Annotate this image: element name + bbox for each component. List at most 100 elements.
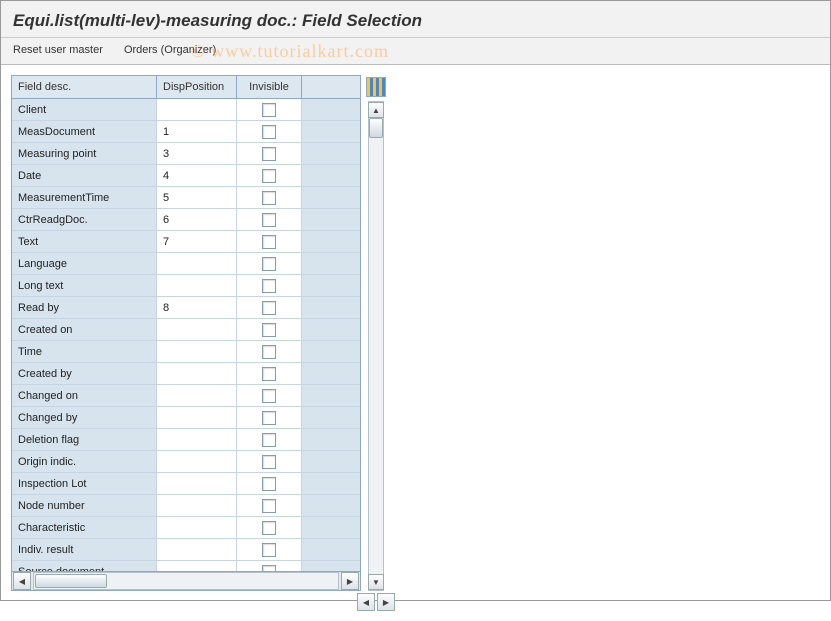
checkbox[interactable] xyxy=(262,191,276,205)
table-row[interactable]: Source document xyxy=(12,561,360,571)
cell-field-desc[interactable]: Characteristic xyxy=(12,517,157,538)
cell-field-desc[interactable]: Source document xyxy=(12,561,157,571)
table-row[interactable]: Origin indic. xyxy=(12,451,360,473)
cell-invisible[interactable] xyxy=(237,517,302,538)
scroll-left-icon[interactable]: ◀ xyxy=(357,593,375,611)
checkbox[interactable] xyxy=(262,477,276,491)
cell-field-desc[interactable]: Changed on xyxy=(12,385,157,406)
table-row[interactable]: Long text xyxy=(12,275,360,297)
column-header-desc[interactable]: Field desc. xyxy=(12,76,157,98)
cell-field-desc[interactable]: Created on xyxy=(12,319,157,340)
cell-invisible[interactable] xyxy=(237,143,302,164)
cell-disp-position[interactable] xyxy=(157,561,237,571)
cell-disp-position[interactable] xyxy=(157,341,237,362)
cell-field-desc[interactable]: Text xyxy=(12,231,157,252)
cell-invisible[interactable] xyxy=(237,407,302,428)
cell-invisible[interactable] xyxy=(237,363,302,384)
table-row[interactable]: Time xyxy=(12,341,360,363)
checkbox[interactable] xyxy=(262,125,276,139)
cell-invisible[interactable] xyxy=(237,99,302,120)
table-row[interactable]: Node number xyxy=(12,495,360,517)
table-row[interactable]: Measuring point3 xyxy=(12,143,360,165)
table-row[interactable]: Deletion flag xyxy=(12,429,360,451)
cell-disp-position[interactable]: 1 xyxy=(157,121,237,142)
table-row[interactable]: Inspection Lot xyxy=(12,473,360,495)
cell-disp-position[interactable] xyxy=(157,407,237,428)
checkbox[interactable] xyxy=(262,279,276,293)
cell-disp-position[interactable]: 4 xyxy=(157,165,237,186)
cell-invisible[interactable] xyxy=(237,319,302,340)
table-row[interactable]: Date4 xyxy=(12,165,360,187)
cell-disp-position[interactable] xyxy=(157,99,237,120)
checkbox[interactable] xyxy=(262,367,276,381)
table-row[interactable]: Created by xyxy=(12,363,360,385)
cell-invisible[interactable] xyxy=(237,495,302,516)
checkbox[interactable] xyxy=(262,411,276,425)
scroll-thumb[interactable] xyxy=(35,574,107,588)
cell-field-desc[interactable]: Measuring point xyxy=(12,143,157,164)
cell-disp-position[interactable] xyxy=(157,451,237,472)
cell-invisible[interactable] xyxy=(237,165,302,186)
scroll-left-icon[interactable]: ◀ xyxy=(13,572,31,590)
table-row[interactable]: MeasurementTime5 xyxy=(12,187,360,209)
scroll-right-icon[interactable]: ▶ xyxy=(341,572,359,590)
cell-field-desc[interactable]: CtrReadgDoc. xyxy=(12,209,157,230)
checkbox[interactable] xyxy=(262,257,276,271)
checkbox[interactable] xyxy=(262,169,276,183)
checkbox[interactable] xyxy=(262,455,276,469)
cell-disp-position[interactable] xyxy=(157,385,237,406)
cell-field-desc[interactable]: Client xyxy=(12,99,157,120)
checkbox[interactable] xyxy=(262,301,276,315)
table-settings-icon[interactable] xyxy=(366,77,386,97)
table-row[interactable]: Read by8 xyxy=(12,297,360,319)
table-row[interactable]: Created on xyxy=(12,319,360,341)
cell-invisible[interactable] xyxy=(237,297,302,318)
cell-invisible[interactable] xyxy=(237,451,302,472)
column-header-position[interactable]: DispPosition xyxy=(157,76,237,98)
cell-disp-position[interactable]: 6 xyxy=(157,209,237,230)
cell-disp-position[interactable] xyxy=(157,517,237,538)
checkbox[interactable] xyxy=(262,147,276,161)
checkbox[interactable] xyxy=(262,543,276,557)
cell-disp-position[interactable] xyxy=(157,473,237,494)
vertical-scrollbar[interactable]: ▲ ▼ xyxy=(368,101,384,591)
cell-invisible[interactable] xyxy=(237,209,302,230)
cell-disp-position[interactable] xyxy=(157,363,237,384)
checkbox[interactable] xyxy=(262,389,276,403)
cell-disp-position[interactable]: 8 xyxy=(157,297,237,318)
cell-disp-position[interactable] xyxy=(157,429,237,450)
column-header-invisible[interactable]: Invisible xyxy=(237,76,302,98)
cell-field-desc[interactable]: Long text xyxy=(12,275,157,296)
checkbox[interactable] xyxy=(262,323,276,337)
horizontal-scrollbar-right[interactable]: ◀ ▶ xyxy=(356,593,396,611)
cell-field-desc[interactable]: Created by xyxy=(12,363,157,384)
cell-field-desc[interactable]: Date xyxy=(12,165,157,186)
cell-field-desc[interactable]: Inspection Lot xyxy=(12,473,157,494)
cell-invisible[interactable] xyxy=(237,561,302,571)
cell-invisible[interactable] xyxy=(237,187,302,208)
table-row[interactable]: Changed on xyxy=(12,385,360,407)
orders-organizer-button[interactable]: Orders (Organizer) xyxy=(124,44,216,56)
cell-field-desc[interactable]: MeasDocument xyxy=(12,121,157,142)
cell-field-desc[interactable]: Node number xyxy=(12,495,157,516)
cell-invisible[interactable] xyxy=(237,231,302,252)
cell-invisible[interactable] xyxy=(237,539,302,560)
cell-field-desc[interactable]: MeasurementTime xyxy=(12,187,157,208)
checkbox[interactable] xyxy=(262,235,276,249)
table-row[interactable]: Characteristic xyxy=(12,517,360,539)
scroll-down-icon[interactable]: ▼ xyxy=(368,574,384,590)
scroll-track[interactable] xyxy=(33,572,339,590)
checkbox[interactable] xyxy=(262,521,276,535)
cell-invisible[interactable] xyxy=(237,275,302,296)
cell-disp-position[interactable] xyxy=(157,275,237,296)
table-row[interactable]: Language xyxy=(12,253,360,275)
table-row[interactable]: Changed by xyxy=(12,407,360,429)
cell-field-desc[interactable]: Indiv. result xyxy=(12,539,157,560)
cell-invisible[interactable] xyxy=(237,385,302,406)
cell-field-desc[interactable]: Origin indic. xyxy=(12,451,157,472)
checkbox[interactable] xyxy=(262,103,276,117)
cell-field-desc[interactable]: Language xyxy=(12,253,157,274)
cell-invisible[interactable] xyxy=(237,473,302,494)
cell-field-desc[interactable]: Deletion flag xyxy=(12,429,157,450)
table-row[interactable]: CtrReadgDoc.6 xyxy=(12,209,360,231)
